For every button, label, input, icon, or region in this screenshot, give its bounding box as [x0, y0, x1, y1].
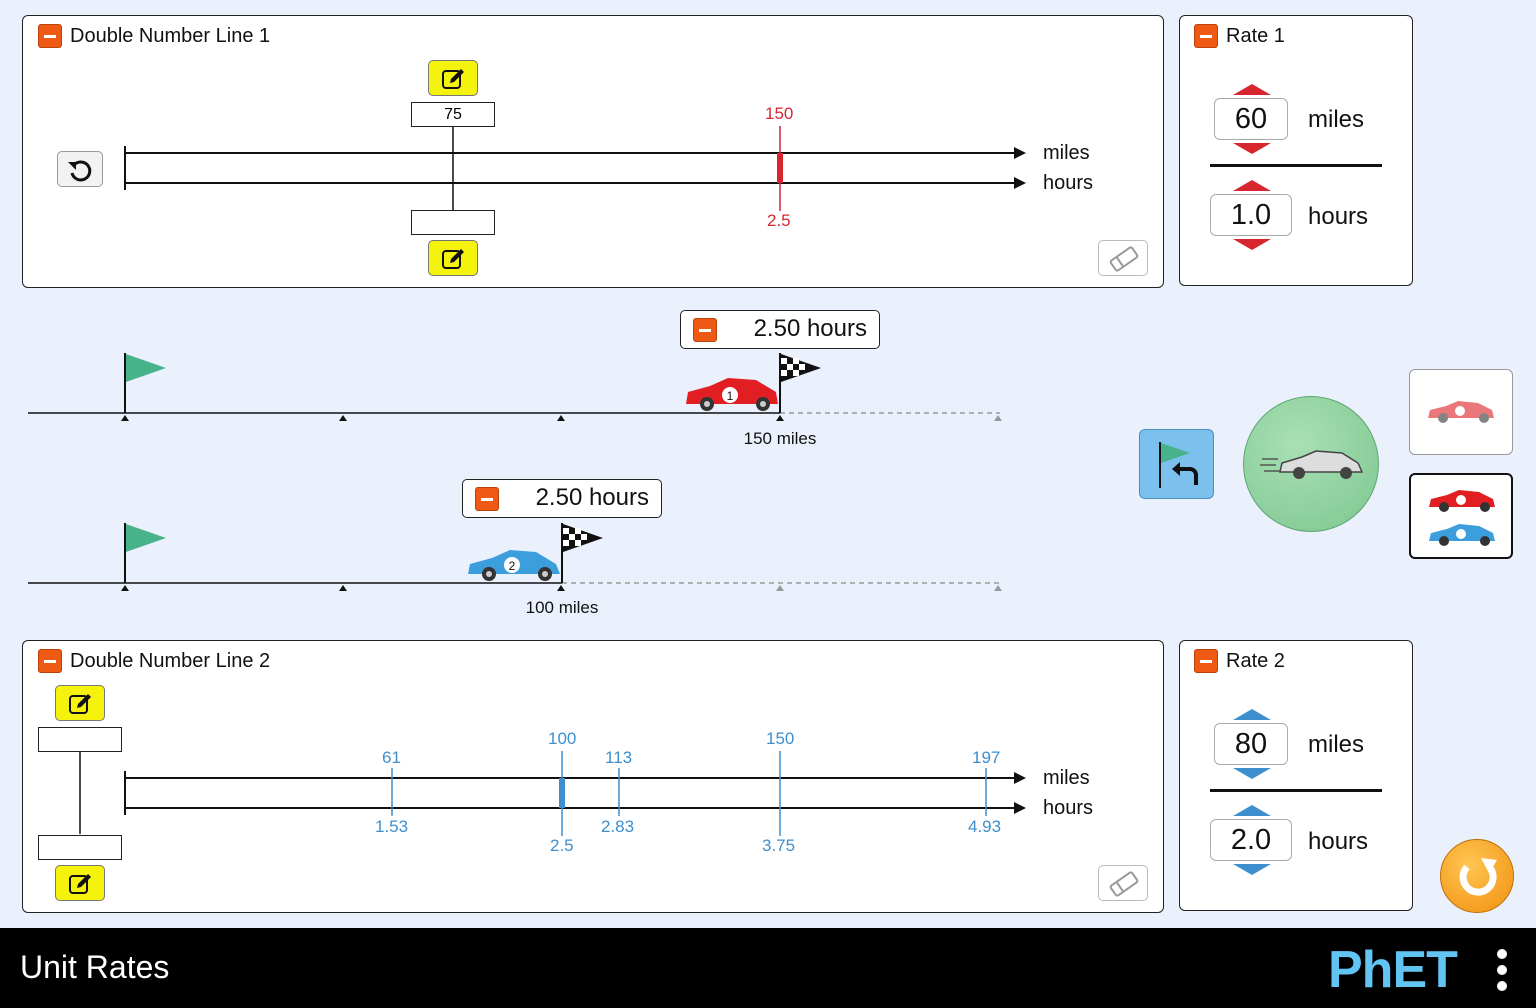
rate2-collapse-button[interactable]: [1194, 649, 1218, 673]
dnl2-marker-top-value: 150: [766, 729, 795, 748]
track1-timer: 2.50 hours: [680, 310, 880, 349]
two-cars-icon: [1429, 490, 1495, 546]
checkered-flag-icon: [779, 353, 821, 413]
svg-text:2: 2: [509, 559, 516, 573]
dnl2-axes: [79, 739, 1026, 836]
reset-all-button[interactable]: [1440, 839, 1514, 913]
two-car-toggle[interactable]: [1409, 473, 1513, 559]
eraser-icon: [1109, 871, 1139, 897]
dnl2-miles-label: miles: [1043, 767, 1090, 789]
start-flag-icon: [124, 523, 166, 583]
double-number-line-2-panel: Double Number Line 2 miles hours 61 1.53…: [22, 640, 1164, 913]
rate-2-panel: Rate 2 80 miles 2.0 hours: [1179, 640, 1413, 911]
dnl2-eraser-button[interactable]: [1098, 865, 1148, 901]
dnl2-marker-bottom-value: 2.5: [550, 836, 574, 855]
track1-timer-value: 2.50 hours: [753, 315, 867, 342]
menu-icon[interactable]: [1492, 946, 1512, 994]
rate2-numerator-unit: miles: [1308, 731, 1365, 758]
rate2-numerator-value[interactable]: 80: [1214, 723, 1288, 765]
dnl2-marker-bottom-value: 3.75: [762, 836, 796, 855]
dnl2-hours-label: hours: [1043, 797, 1094, 819]
dnl2-edit-top-value[interactable]: [38, 727, 122, 752]
dnl2-marker-top-value: 197: [972, 748, 1001, 767]
dnl2-edit-top-button[interactable]: [55, 685, 105, 721]
track1-finish-label: 150 miles: [743, 429, 817, 448]
car-1-icon: [1428, 401, 1494, 423]
reset-race-icon: [1159, 442, 1198, 488]
dnl2-marker-bottom-value: 2.83: [601, 817, 635, 836]
rate2-denominator-down-button[interactable]: [1233, 864, 1271, 875]
track1-timer-collapse-button[interactable]: [693, 318, 717, 342]
car-2[interactable]: 2: [468, 550, 560, 581]
rate2-numerator-up-button[interactable]: [1233, 709, 1271, 720]
go-button[interactable]: [1243, 396, 1379, 532]
edit-icon: [69, 694, 91, 714]
rate2-fraction-line: [1210, 789, 1382, 792]
track2-timer-value: 2.50 hours: [535, 484, 649, 511]
car-1[interactable]: 1: [686, 378, 778, 411]
navigation-bar: Unit Rates PhET: [0, 928, 1536, 1008]
dnl2-edit-bottom-value[interactable]: [38, 835, 122, 860]
rate2-denominator-up-button[interactable]: [1233, 805, 1271, 816]
dnl2-marker-top-value: 113: [605, 748, 633, 767]
track2-timer-collapse-button[interactable]: [475, 487, 499, 511]
edit-icon: [69, 874, 91, 894]
go-car-icon: [1260, 450, 1364, 479]
dnl2-marker-top-value: 61: [382, 748, 401, 767]
phet-logo[interactable]: PhET: [1328, 940, 1458, 1000]
rate2-numerator-down-button[interactable]: [1233, 768, 1271, 779]
track2-timer: 2.50 hours: [462, 479, 662, 518]
rate2-denominator-unit: hours: [1308, 828, 1369, 855]
svg-text:1: 1: [727, 389, 734, 403]
dnl2-edit-bottom-button[interactable]: [55, 865, 105, 901]
rate2-title: Rate 2: [1226, 650, 1285, 672]
rate2-denominator-value[interactable]: 2.0: [1210, 819, 1292, 861]
reset-race-button[interactable]: [1139, 429, 1214, 499]
dnl2-marker-bottom-value: 4.93: [968, 817, 1002, 836]
track2-finish-label: 100 miles: [525, 598, 599, 617]
reset-all-icon: [1459, 858, 1497, 896]
app-title: Unit Rates: [20, 949, 170, 985]
start-flag-icon: [124, 353, 166, 413]
dnl2-marker-top-value: 100: [548, 729, 577, 748]
checkered-flag-icon: [561, 523, 603, 583]
dnl2-marker-bottom-value: 1.53: [375, 817, 409, 836]
single-car-toggle[interactable]: [1409, 369, 1513, 455]
